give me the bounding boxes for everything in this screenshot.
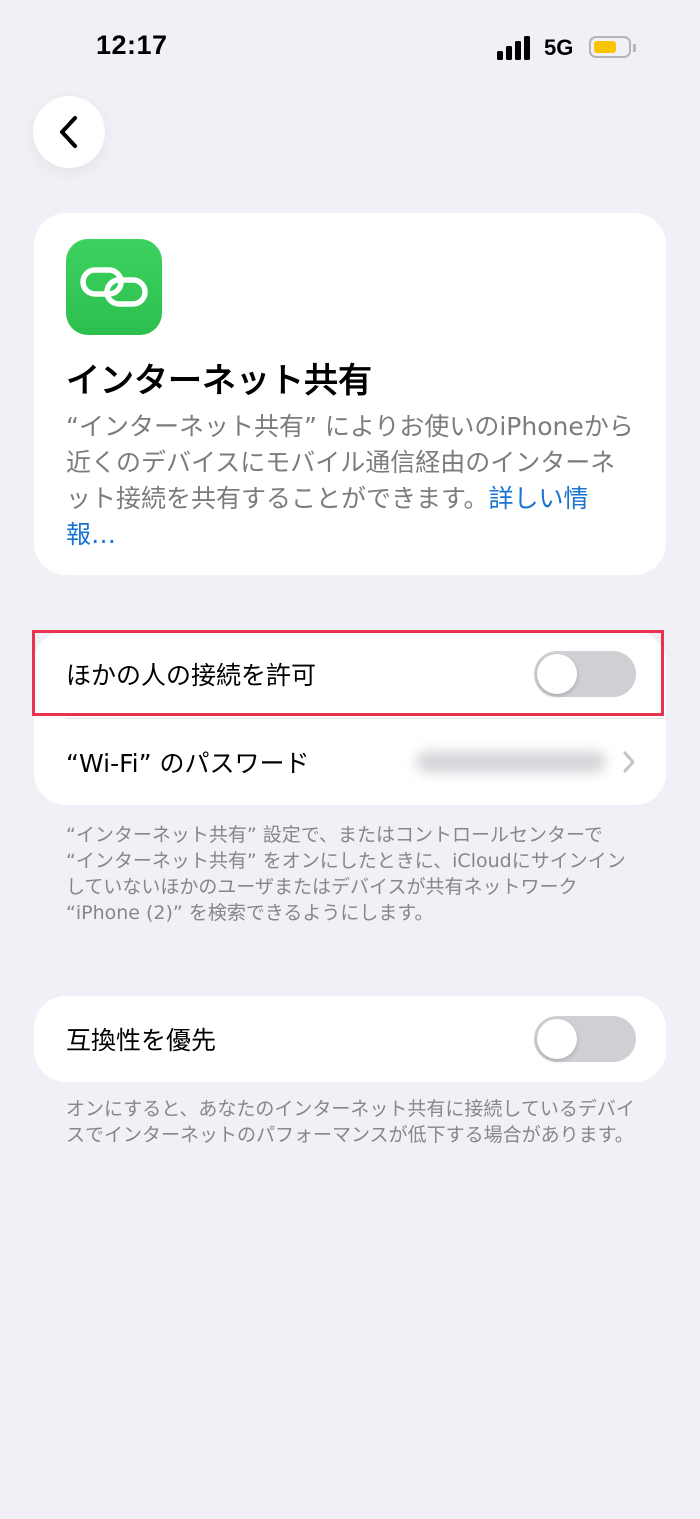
cellular-signal-icon <box>497 36 533 60</box>
maximize-compatibility-row[interactable]: 互換性を優先 <box>34 996 666 1082</box>
battery-icon <box>589 36 636 58</box>
maximize-compatibility-toggle[interactable] <box>534 1016 636 1062</box>
highlight-box <box>32 630 664 716</box>
maximize-compatibility-label: 互換性を優先 <box>66 1026 217 1055</box>
page-title: インターネット共有 <box>66 361 372 401</box>
status-bar: 12:17 5G <box>0 0 700 96</box>
compatibility-footnote: オンにすると、あなたのインターネット共有に接続しているデバイスでインターネットの… <box>66 1098 635 1146</box>
back-button[interactable] <box>33 96 105 168</box>
status-time: 12:17 <box>96 30 168 60</box>
wifi-password-row[interactable]: “Wi-Fi” のパスワード <box>34 719 666 805</box>
hero-description: “インターネット共有” によりお使いのiPhoneから近くのデバイスにモバイル通… <box>66 409 634 553</box>
wifi-password-value-blurred <box>416 751 606 773</box>
chevron-right-icon <box>623 751 635 773</box>
wifi-password-label: “Wi-Fi” のパスワード <box>66 749 310 778</box>
link-icon <box>80 267 148 307</box>
personal-hotspot-app-icon <box>66 239 162 335</box>
compatibility-settings-group: 互換性を優先 <box>34 996 666 1082</box>
network-type: 5G <box>544 35 574 60</box>
hero-card: インターネット共有 “インターネット共有” によりお使いのiPhoneから近くの… <box>34 213 666 575</box>
sharing-footnote: “インターネット共有” 設定で、またはコントロールセンターで “インターネット共… <box>66 824 626 924</box>
chevron-left-icon <box>60 116 77 148</box>
